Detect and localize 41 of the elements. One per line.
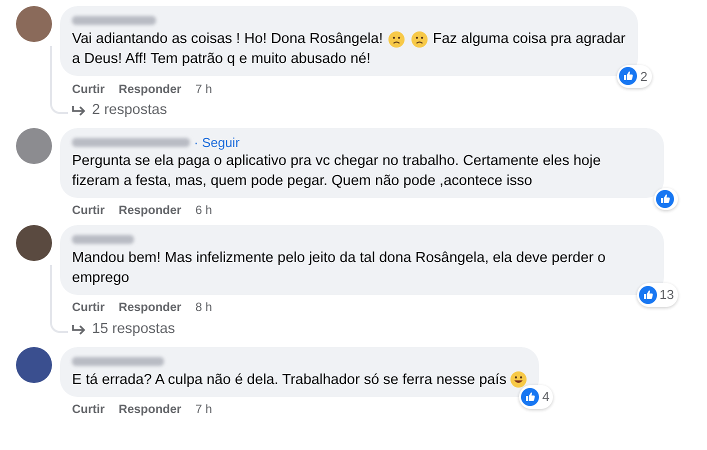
- like-icon: [656, 190, 674, 208]
- comment-action-link[interactable]: Curtir: [72, 201, 105, 220]
- comment-text: E tá errada? A culpa não é dela. Trabalhador só se ferra nesse país: [72, 370, 506, 390]
- avatar[interactable]: [16, 346, 52, 382]
- reaction-badge[interactable]: [654, 188, 678, 210]
- comment-action-link[interactable]: Responder: [118, 400, 182, 418]
- comment-time: 7 h: [195, 80, 212, 98]
- like-icon: [619, 67, 638, 86]
- comment-action-link[interactable]: Responder: [118, 201, 182, 220]
- view-replies-link[interactable]: 2 respostas: [60, 97, 167, 122]
- comment-time: 7 h: [195, 401, 212, 418]
- comment-text: Pergunta se ela paga o aplicativo pra vc chegar no trabalho. Certamente eles hoje fizeram a festa, mas, quem pode pegar. Quem não pode ,acontece isso: [72, 152, 602, 191]
- comment-action-link[interactable]: Curtir: [72, 80, 105, 98]
- reply-arrow-icon: [72, 104, 86, 117]
- comment-action-link[interactable]: Curtir: [72, 400, 105, 418]
- comment-action-link[interactable]: Curtir: [72, 298, 105, 316]
- comment-text: a Deus! Aff! Tem patrão q e muito abusado né!: [72, 50, 372, 69]
- view-replies-link[interactable]: 15 respostas: [60, 316, 176, 340]
- reaction-count: 13: [660, 286, 674, 304]
- worried-face-icon: [388, 30, 405, 48]
- comment-text: Mandou bem! Mas infelizmente pelo jeito da tal dona Rosângela, ela deve perder o emprego: [72, 248, 607, 288]
- like-icon: [521, 388, 540, 406]
- reaction-badge[interactable]: 13: [636, 283, 678, 307]
- comment-text: Faz alguma coisa pra agradar: [432, 30, 626, 49]
- worried-face-icon: [410, 30, 428, 48]
- blurred-name: [72, 234, 134, 244]
- comment-time: 6 h: [195, 202, 212, 220]
- reaction-count: 2: [640, 68, 648, 86]
- reaction-count: 4: [542, 388, 550, 406]
- comment-time: 8 h: [195, 299, 212, 316]
- reaction-badge[interactable]: 2: [617, 64, 652, 88]
- follow-link[interactable]: · Seguir: [194, 132, 240, 152]
- like-icon: [638, 286, 657, 304]
- avatar[interactable]: [16, 6, 52, 42]
- comment-text: Vai adiantando as coisas ! Ho! Dona Rosângela!: [72, 30, 383, 49]
- reaction-badge[interactable]: 4: [519, 385, 554, 408]
- comment-action-link[interactable]: Responder: [118, 298, 182, 316]
- reply-arrow-icon: [72, 324, 86, 336]
- grinning-face-icon: [510, 371, 528, 388]
- comment-action-link[interactable]: Responder: [118, 80, 182, 98]
- avatar[interactable]: [16, 224, 52, 261]
